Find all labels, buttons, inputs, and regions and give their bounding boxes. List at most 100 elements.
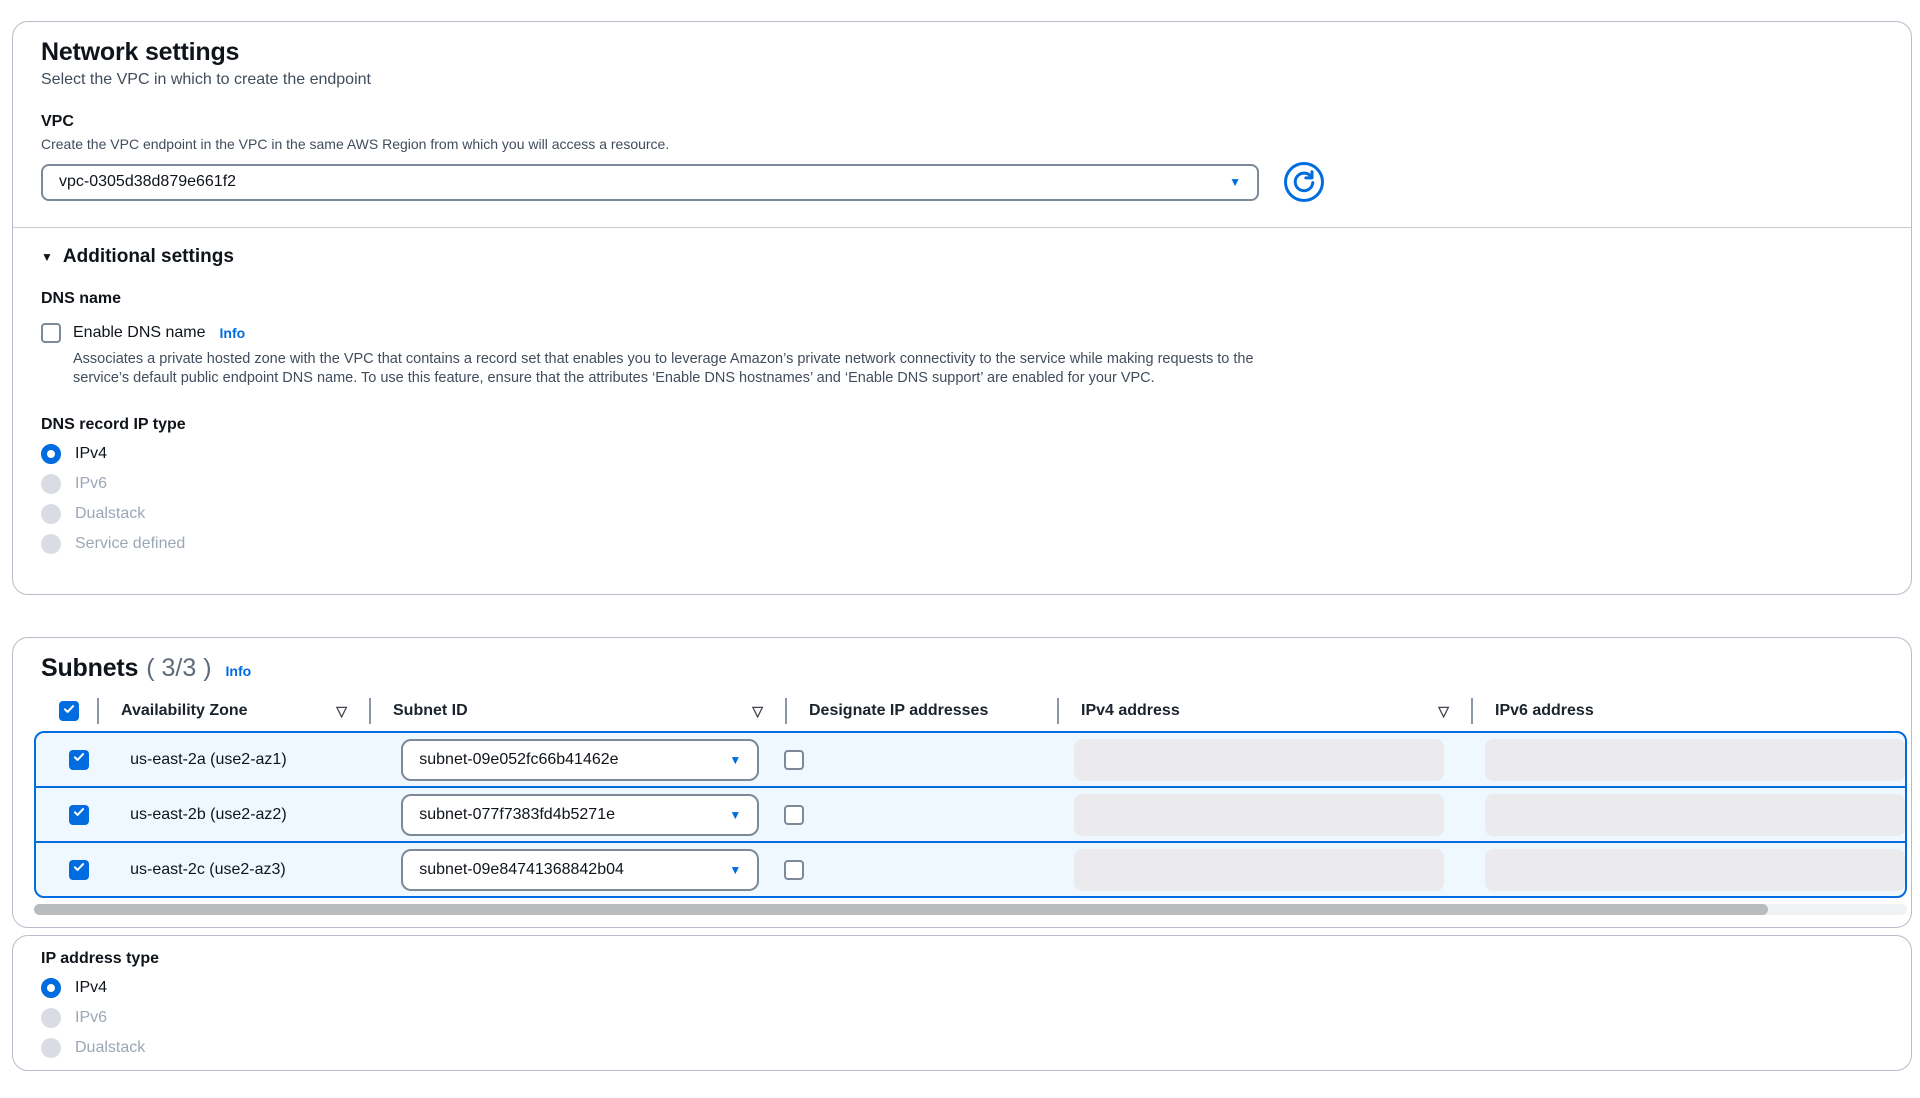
chevron-down-icon: ▼	[1229, 176, 1241, 188]
additional-settings-toggle[interactable]: ▼ Additional settings	[41, 246, 1883, 268]
page-subtitle: Select the VPC in which to create the en…	[41, 71, 1883, 89]
subnets-count: ( 3/3 )	[146, 654, 211, 683]
subnet-select-value: subnet-09e84741368842b04	[419, 861, 624, 879]
subnets-title: Subnets	[41, 654, 138, 683]
row-select-cell	[51, 843, 106, 896]
subnet-rows: us-east-2a (use2-az1) subnet-09e052fc66b…	[34, 731, 1907, 898]
subnets-header: Subnets ( 3/3 ) Info	[13, 638, 1911, 683]
column-label: Availability Zone	[121, 702, 248, 720]
ip-address-type-group: IPv4 IPv6 Dualstack	[41, 978, 1883, 1058]
table-row: us-east-2a (use2-az1) subnet-09e052fc66b…	[36, 733, 1905, 788]
sort-icon[interactable]: ▽	[336, 703, 347, 720]
radio-option-service-defined: Service defined	[41, 534, 1883, 554]
radio-ipv6-label: IPv6	[75, 475, 107, 493]
vpc-select-row: vpc-0305d38d879e661f2 ▼	[41, 161, 1883, 203]
enable-dns-name-row: Enable DNS name Info	[41, 323, 1883, 343]
radio-option-ipv6: IPv6	[41, 1008, 1883, 1028]
dns-record-ip-type-group: IPv4 IPv6 Dualstack Service defined	[41, 444, 1883, 554]
subnets-info-link[interactable]: Info	[226, 663, 252, 679]
subnet-id-cell: subnet-09e052fc66b41462e ▼	[374, 733, 783, 786]
refresh-button[interactable]	[1283, 161, 1325, 203]
radio-dualstack	[41, 504, 61, 524]
column-header-availability-zone: Availability Zone ▽	[97, 691, 369, 731]
radio-option-dualstack: Dualstack	[41, 1038, 1883, 1058]
select-all-cell	[41, 691, 97, 731]
row-checkbox[interactable]	[69, 860, 89, 880]
check-icon	[72, 750, 86, 769]
radio-option-ipv4: IPv4	[41, 444, 1883, 464]
column-label: IPv6 address	[1495, 702, 1594, 720]
table-row: us-east-2c (use2-az3) subnet-09e84741368…	[36, 843, 1905, 896]
row-checkbox[interactable]	[69, 750, 89, 770]
additional-settings-title: Additional settings	[63, 246, 234, 268]
subnet-select[interactable]: subnet-09e84741368842b04 ▼	[401, 849, 759, 891]
section-divider	[13, 227, 1911, 228]
availability-zone-value: us-east-2b (use2-az2)	[130, 806, 287, 824]
ipv4-address-cell	[1051, 788, 1459, 841]
radio-dualstack-label: Dualstack	[75, 505, 145, 523]
designate-ip-checkbox[interactable]	[784, 750, 804, 770]
horizontal-scrollbar[interactable]	[34, 904, 1907, 915]
column-label: Designate IP addresses	[809, 702, 988, 720]
radio-option-dualstack: Dualstack	[41, 504, 1883, 524]
enable-dns-name-checkbox[interactable]	[41, 323, 61, 343]
check-icon	[72, 860, 86, 879]
designate-ip-checkbox[interactable]	[784, 860, 804, 880]
ipv6-address-cell	[1459, 788, 1905, 841]
radio-option-ipv6: IPv6	[41, 474, 1883, 494]
ipv4-address-cell	[1051, 843, 1459, 896]
availability-zone-cell: us-east-2b (use2-az2)	[106, 788, 374, 841]
subnet-select[interactable]: subnet-09e052fc66b41462e ▼	[401, 739, 759, 781]
designate-ip-cell	[784, 843, 1052, 896]
ipv6-address-cell	[1459, 843, 1905, 896]
availability-zone-value: us-east-2a (use2-az1)	[130, 751, 287, 769]
radio-dualstack-label: Dualstack	[75, 1039, 145, 1057]
radio-ipv4[interactable]	[41, 978, 61, 998]
radio-ipv4-label: IPv4	[75, 979, 107, 997]
enable-dns-name-label: Enable DNS name	[73, 324, 206, 342]
scrollbar-thumb[interactable]	[34, 904, 1768, 915]
select-all-checkbox[interactable]	[59, 701, 79, 721]
ipv4-address-cell	[1051, 733, 1459, 786]
subnets-card: Subnets ( 3/3 ) Info Availability Zone ▽…	[12, 637, 1912, 928]
vpc-description: Create the VPC endpoint in the VPC in th…	[41, 136, 1883, 152]
column-header-designate-ip: Designate IP addresses	[785, 691, 1057, 731]
ipv6-address-input	[1485, 739, 1905, 781]
ipv6-address-input	[1485, 794, 1905, 836]
check-icon	[62, 702, 76, 721]
ip-address-type-card: IP address type IPv4 IPv6 Dualstack	[12, 935, 1912, 1071]
page-title: Network settings	[41, 38, 1883, 67]
ipv4-address-input	[1074, 794, 1444, 836]
ipv6-address-cell	[1459, 733, 1905, 786]
row-select-cell	[51, 788, 106, 841]
sort-icon[interactable]: ▽	[752, 703, 763, 720]
designate-ip-checkbox[interactable]	[784, 805, 804, 825]
triangle-down-icon: ▼	[41, 250, 53, 264]
availability-zone-cell: us-east-2a (use2-az1)	[106, 733, 374, 786]
subnet-id-cell: subnet-09e84741368842b04 ▼	[374, 843, 783, 896]
sort-icon[interactable]: ▽	[1438, 703, 1449, 720]
ipv4-address-input	[1074, 849, 1444, 891]
refresh-icon	[1283, 191, 1325, 206]
radio-ipv6	[41, 1008, 61, 1028]
subnet-select[interactable]: subnet-077f7383fd4b5271e ▼	[401, 794, 759, 836]
radio-service-defined	[41, 534, 61, 554]
dns-name-description: Associates a private hosted zone with th…	[73, 350, 1268, 388]
column-label: Subnet ID	[393, 702, 468, 720]
column-header-ipv4-address: IPv4 address ▽	[1057, 691, 1471, 731]
column-header-subnet-id: Subnet ID ▽	[369, 691, 785, 731]
radio-ipv4[interactable]	[41, 444, 61, 464]
column-label: IPv4 address	[1081, 702, 1180, 720]
designate-ip-cell	[784, 788, 1052, 841]
vpc-label: VPC	[41, 113, 1883, 131]
dns-name-info-link[interactable]: Info	[220, 325, 246, 341]
chevron-down-icon: ▼	[729, 754, 741, 766]
dns-record-ip-type-label: DNS record IP type	[41, 416, 1883, 434]
table-row: us-east-2b (use2-az2) subnet-077f7383fd4…	[36, 788, 1905, 843]
check-icon	[72, 805, 86, 824]
row-checkbox[interactable]	[69, 805, 89, 825]
column-header-ipv6-address: IPv6 address	[1471, 691, 1907, 731]
radio-ipv4-label: IPv4	[75, 445, 107, 463]
vpc-select[interactable]: vpc-0305d38d879e661f2 ▼	[41, 164, 1259, 201]
row-select-cell	[51, 733, 106, 786]
